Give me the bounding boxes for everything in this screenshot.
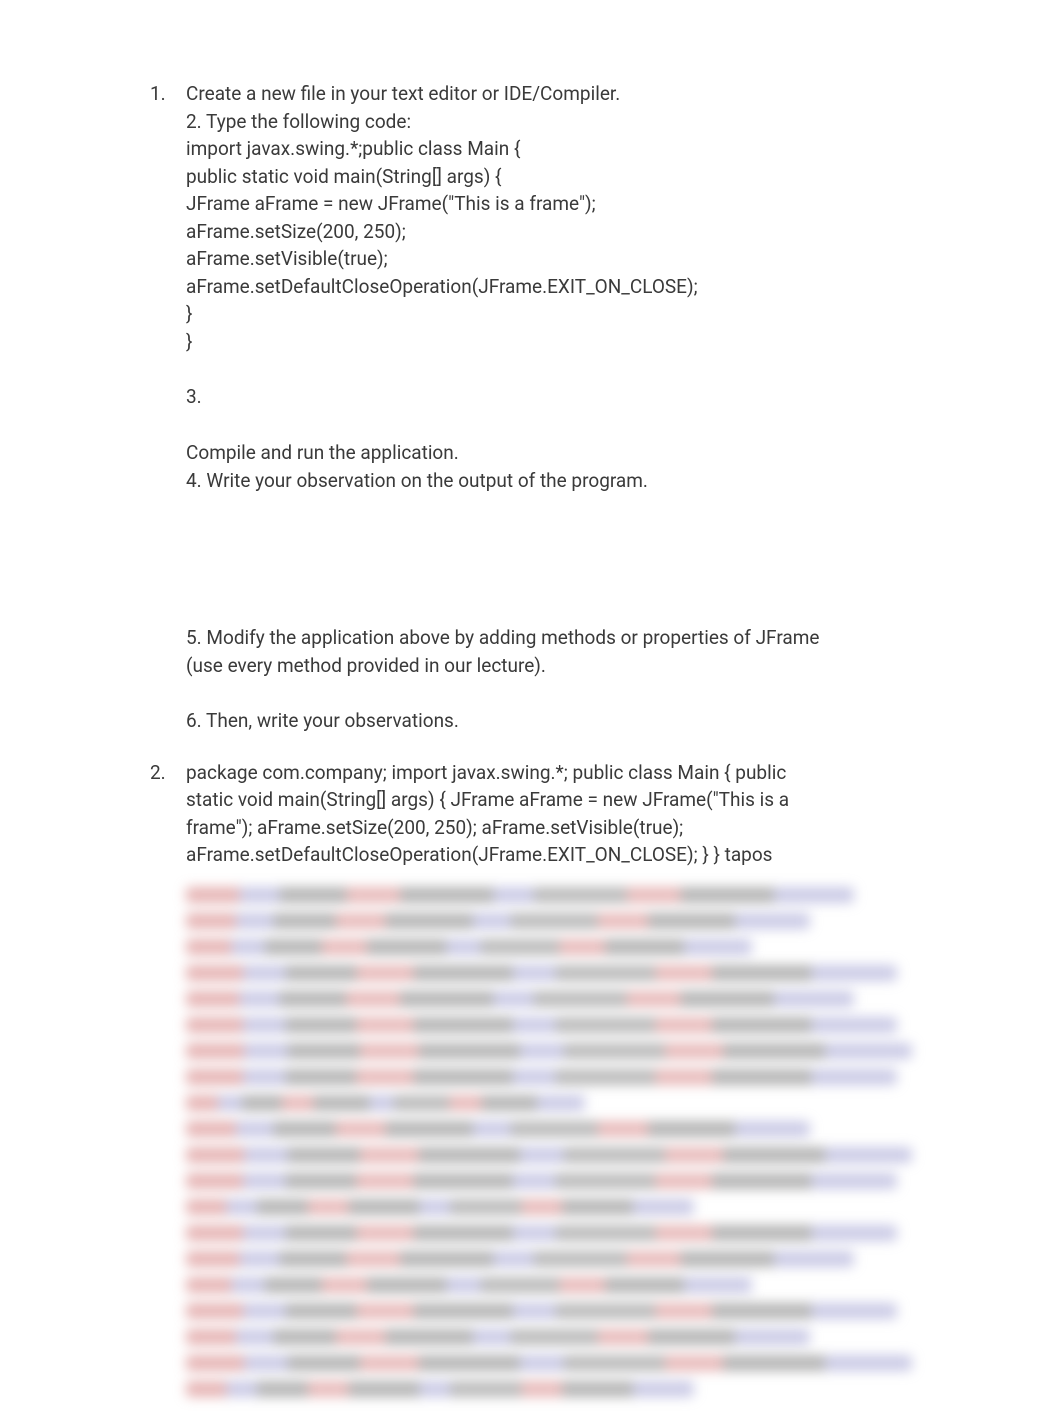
blurred-line <box>186 965 897 981</box>
text-line: static void main(String[] args) { JFrame… <box>186 786 912 814</box>
blurred-line <box>186 1147 912 1163</box>
blurred-content <box>186 875 912 1417</box>
text-line: public static void main(String[] args) { <box>186 163 912 191</box>
text-line: 4. Write your observation on the output … <box>186 467 912 495</box>
blurred-line <box>186 1173 897 1189</box>
blurred-line <box>186 1251 854 1267</box>
text-line: 6. Then, write your observations. <box>186 707 912 735</box>
list-item-1: 1. Create a new file in your text editor… <box>150 80 912 735</box>
blurred-line <box>186 1095 585 1111</box>
list-content: package com.company; import javax.swing.… <box>186 759 912 1417</box>
text-line: JFrame aFrame = new JFrame("This is a fr… <box>186 190 912 218</box>
blurred-line <box>186 991 854 1007</box>
text-line: frame"); aFrame.setSize(200, 250); aFram… <box>186 814 912 842</box>
blurred-line <box>186 1017 897 1033</box>
text-line: } <box>186 328 912 356</box>
blurred-line <box>186 1069 897 1085</box>
text-line: import javax.swing.*;public class Main { <box>186 135 912 163</box>
text-line: 3. <box>186 383 912 411</box>
text-line: aFrame.setDefaultCloseOperation(JFrame.E… <box>186 273 912 301</box>
blurred-line <box>186 1121 810 1137</box>
text-line: (use every method provided in our lectur… <box>186 652 912 680</box>
blurred-line <box>186 1303 897 1319</box>
blurred-line <box>186 913 810 929</box>
blurred-line <box>186 1355 912 1371</box>
text-line: 5. Modify the application above by addin… <box>186 624 912 652</box>
text-line: aFrame.setSize(200, 250); <box>186 218 912 246</box>
blurred-line <box>186 887 854 903</box>
blurred-line <box>186 1277 752 1293</box>
text-line: Compile and run the application. <box>186 439 912 467</box>
blurred-line <box>186 1329 810 1345</box>
text-line: aFrame.setVisible(true); <box>186 245 912 273</box>
list-content: Create a new file in your text editor or… <box>186 80 912 735</box>
text-line: aFrame.setDefaultCloseOperation(JFrame.E… <box>186 841 912 869</box>
blurred-line <box>186 1043 912 1059</box>
blurred-line <box>186 939 752 955</box>
text-line: } <box>186 300 912 328</box>
list-marker: 2. <box>150 759 186 1417</box>
blurred-line <box>186 1225 897 1241</box>
text-line: Create a new file in your text editor or… <box>186 80 912 108</box>
list-marker: 1. <box>150 80 186 735</box>
document-page: 1. Create a new file in your text editor… <box>0 80 1062 1417</box>
blurred-line <box>186 1199 694 1215</box>
blurred-line <box>186 1381 694 1397</box>
text-line: 2. Type the following code: <box>186 108 912 136</box>
ordered-list: 1. Create a new file in your text editor… <box>150 80 912 1417</box>
list-item-2: 2. package com.company; import javax.swi… <box>150 759 912 1417</box>
text-line: package com.company; import javax.swing.… <box>186 759 912 787</box>
